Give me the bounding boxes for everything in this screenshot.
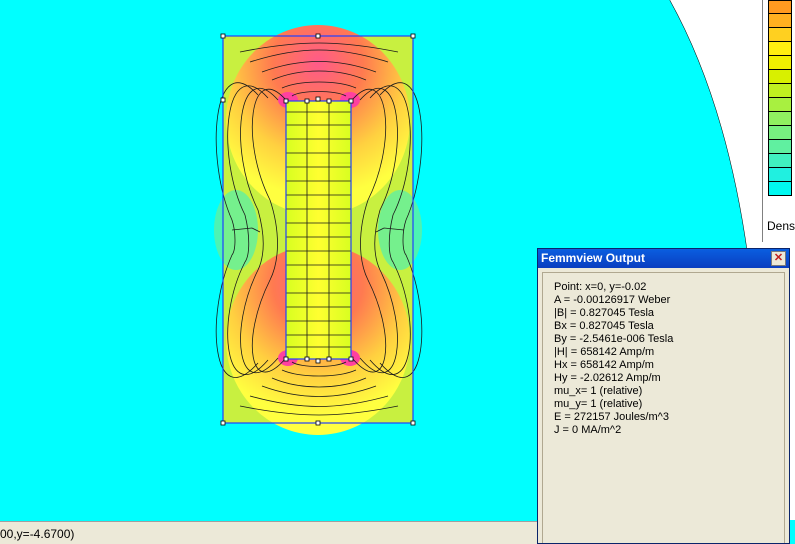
- legend-swatches: [768, 0, 792, 196]
- legend-swatch: [768, 14, 792, 28]
- output-line: |H| = 658142 Amp/m: [554, 346, 655, 358]
- coil-region: [285, 100, 352, 360]
- output-line: Bx = 0.827045 Tesla: [554, 320, 654, 332]
- legend-label: Dens: [767, 219, 795, 233]
- output-line: E = 272157 Joules/m^3: [554, 411, 669, 423]
- output-line: Point: x=0, y=-0.02: [554, 281, 647, 293]
- legend-swatch: [768, 28, 792, 42]
- legend-swatch: [768, 112, 792, 126]
- close-icon[interactable]: ✕: [771, 251, 786, 266]
- output-line: |B| = 0.827045 Tesla: [554, 307, 655, 319]
- density-legend: Dens: [762, 0, 795, 242]
- output-line: Hx = 658142 Amp/m: [554, 359, 654, 371]
- status-coordinates: 00,y=-4.6700): [0, 527, 75, 541]
- output-window-titlebar[interactable]: Femmview Output ✕: [538, 249, 789, 268]
- legend-swatch: [768, 84, 792, 98]
- legend-swatch: [768, 98, 792, 112]
- output-line: By = -2.5461e-006 Tesla: [554, 333, 674, 345]
- output-text-area[interactable]: Point: x=0, y=-0.02 A = -0.00126917 Weber…: [542, 272, 785, 543]
- output-window-title: Femmview Output: [541, 251, 646, 265]
- legend-swatch: [768, 70, 792, 84]
- legend-swatch: [768, 56, 792, 70]
- status-bar: 00,y=-4.6700): [0, 521, 538, 544]
- output-line: J = 0 MA/m^2: [554, 424, 622, 436]
- legend-swatch: [768, 154, 792, 168]
- legend-swatch: [768, 140, 792, 154]
- output-line: A = -0.00126917 Weber: [554, 294, 671, 306]
- output-line: Hy = -2.02612 Amp/m: [554, 372, 661, 384]
- legend-swatch: [768, 126, 792, 140]
- legend-swatch: [768, 182, 792, 196]
- output-line: mu_y= 1 (relative): [554, 398, 643, 410]
- legend-swatch: [768, 0, 792, 14]
- legend-swatch: [768, 42, 792, 56]
- output-line: mu_x= 1 (relative): [554, 385, 643, 397]
- legend-swatch: [768, 168, 792, 182]
- output-lines: Point: x=0, y=-0.02 A = -0.00126917 Weber…: [554, 281, 784, 437]
- femmview-output-window[interactable]: Femmview Output ✕ Point: x=0, y=-0.02 A =…: [537, 248, 790, 544]
